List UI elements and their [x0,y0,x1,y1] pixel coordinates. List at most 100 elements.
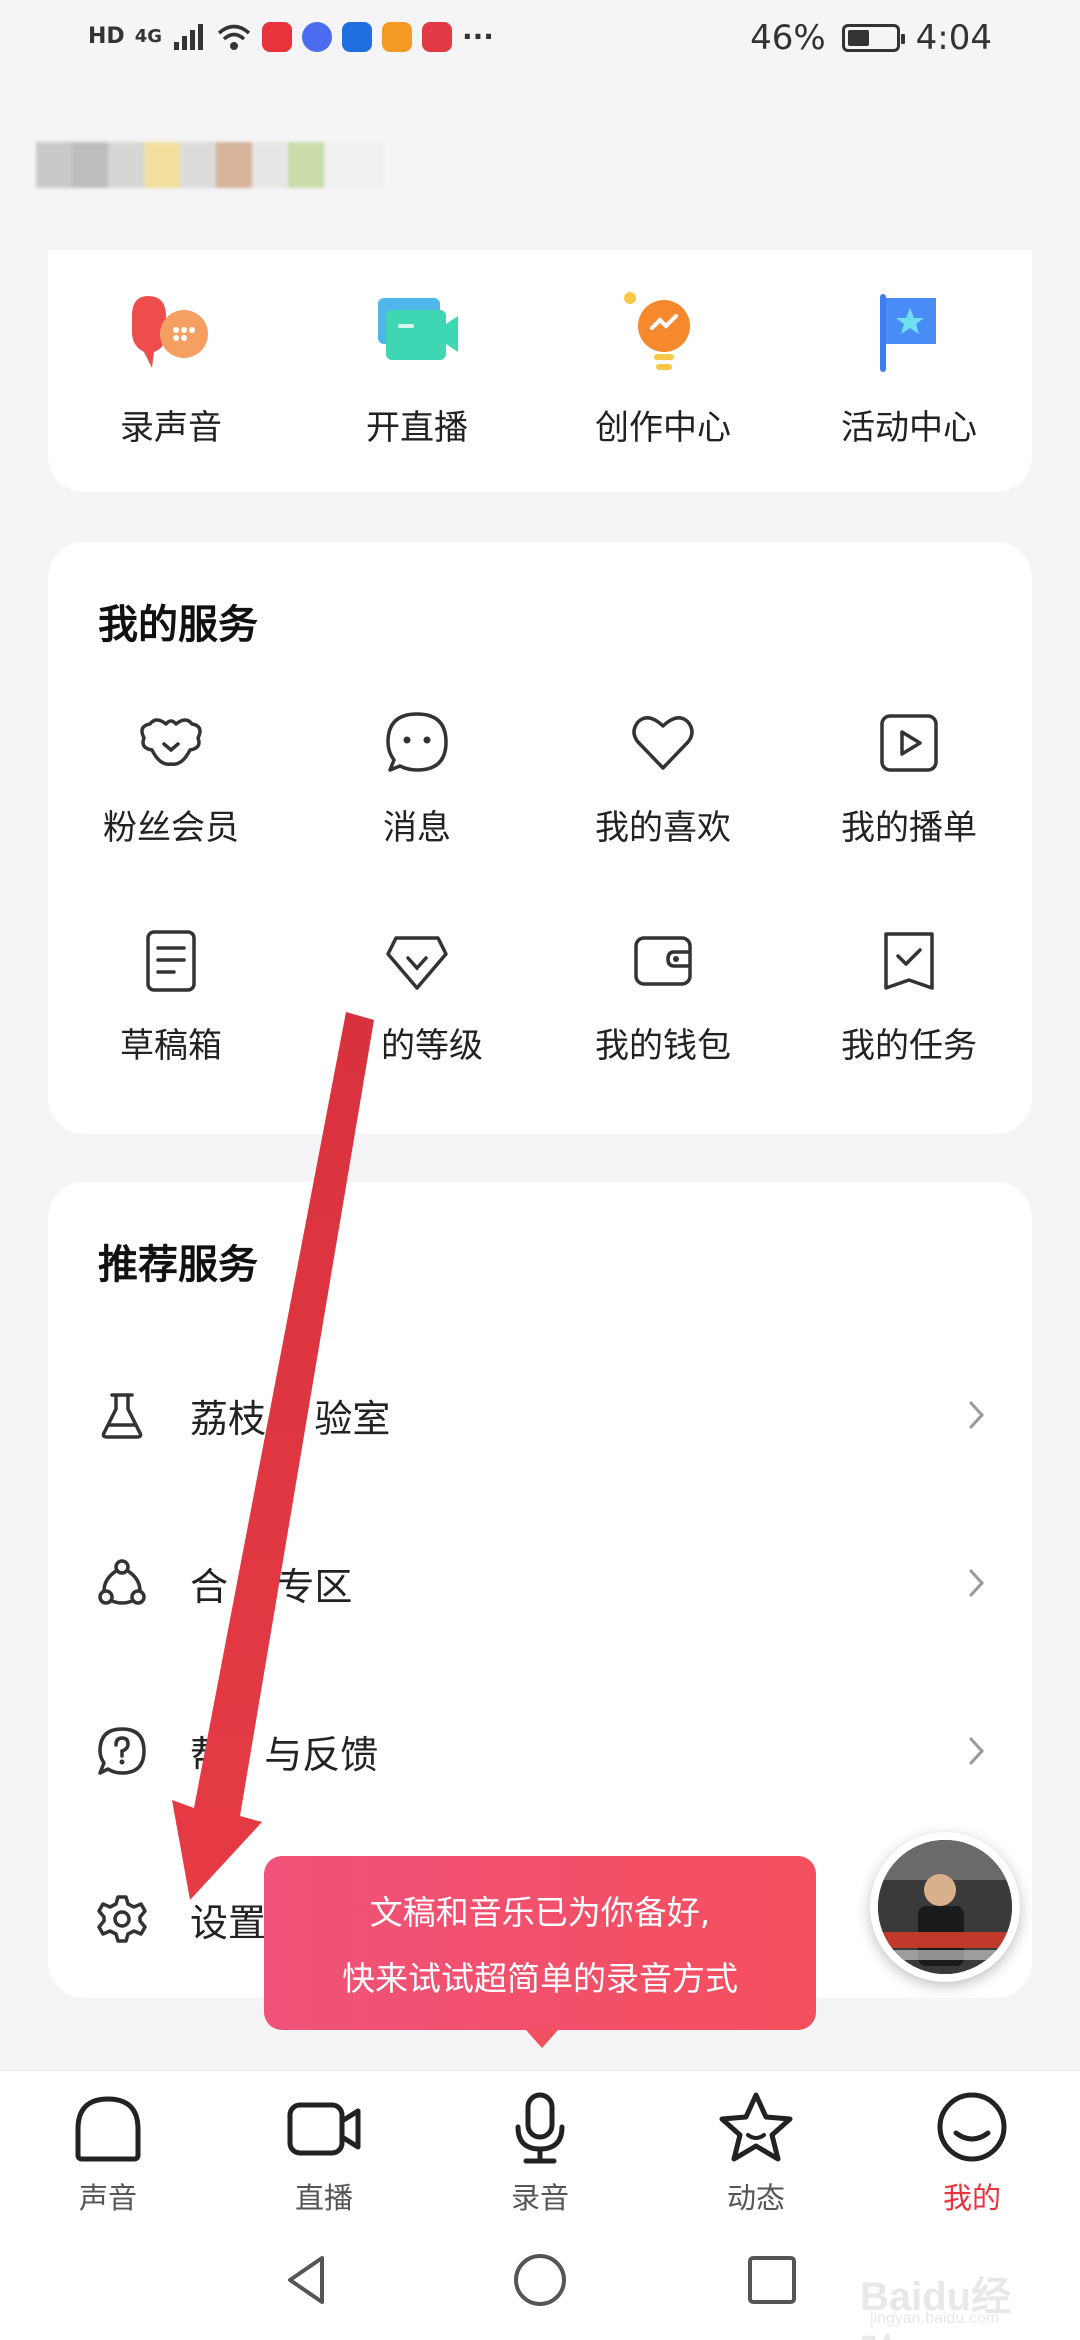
recording-tip-tooltip[interactable]: 文稿和音乐已为你备好, 快来试试超简单的录音方式 [264,1856,816,2048]
my-services-card: 我的服务 粉丝会员 消息 我的喜欢 我的播单 草稿箱 的等级 我的钱包 我的任务 [48,542,1032,1134]
play-box-icon [880,714,938,772]
quick-actions-card: 录声音 开直播 创作中心 活动中心 [48,250,1032,492]
wifi-icon [217,24,251,50]
tooltip-line-2: 快来试试超简单的录音方式 [342,1959,738,1998]
network-indicator: 4G [134,26,162,47]
profile-name-blurred[interactable] [36,142,384,188]
quick-label: 创作中心 [595,408,731,448]
nav-label: 动态 [726,2181,785,2215]
home-icon [75,2096,141,2162]
services-row-1: 粉丝会员 消息 我的喜欢 我的播单 [48,708,1032,849]
quick-label: 录声音 [120,408,222,448]
nav-label: 声音 [78,2181,137,2215]
app-notif-icon [262,21,292,52]
service-my-likes[interactable]: 我的喜欢 [540,708,786,849]
floating-player[interactable] [870,1832,1020,1982]
nav-tab-mine[interactable]: 我的 [864,2071,1080,2220]
wallet-icon [634,936,692,986]
service-fan-membership[interactable]: 粉丝会员 [48,708,294,849]
services-row-2: 草稿箱 的等级 我的钱包 我的任务 [48,926,1032,1067]
more-notifications: ··· [462,20,494,53]
service-label: 草稿箱 [120,1026,222,1066]
profile-face-icon [937,2092,1007,2162]
service-my-level[interactable]: 的等级 [294,926,540,1067]
bulb-notif-icon [342,21,372,52]
service-drafts[interactable]: 草稿箱 [48,926,294,1067]
my-services-title: 我的服务 [98,602,258,648]
status-right: 46% 4:04 [750,18,992,58]
star-icon [719,2092,793,2162]
service-label: 的等级 [381,1026,483,1066]
status-bar: HD 4G ··· 46% 4:04 [0,0,1080,84]
watermark-brand: Baidu经验 [860,2275,1012,2340]
wings-heart-icon [140,718,202,766]
nav-tab-live[interactable]: 直播 [216,2071,432,2220]
flag-star-icon [880,294,936,372]
service-label: 我的钱包 [595,1026,731,1066]
play-notif-icon [382,21,412,52]
document-icon [146,930,196,992]
service-messages[interactable]: 消息 [294,708,540,849]
nav-tab-record[interactable]: 录音 [432,2071,648,2220]
task-check-icon [884,932,934,990]
nav-label: 直播 [294,2181,353,2215]
record-voice-icon [132,296,208,368]
home-circle-icon[interactable] [510,2250,570,2310]
now-playing-cover [878,1840,1012,1974]
back-icon[interactable] [278,2250,338,2310]
microphone-icon [515,2092,565,2164]
nav-label: 我的 [942,2181,1001,2215]
service-my-playlist[interactable]: 我的播单 [786,708,1032,849]
quick-activity-center[interactable]: 活动中心 [786,288,1032,449]
quick-label: 开直播 [366,408,468,448]
tooltip-line-1: 文稿和音乐已为你备好, [369,1893,711,1932]
list-item-cooperation[interactable]: 合 专区 [48,1528,1032,1638]
service-my-tasks[interactable]: 我的任务 [786,926,1032,1067]
battery-fill [847,30,869,46]
hd-indicator: HD [88,24,125,49]
baidu-watermark: Baidu经验 jingyan.baidu.com [860,2218,1050,2340]
service-label: 我的喜欢 [595,808,731,848]
chevron-right-icon [969,1569,985,1597]
nav-tab-feed[interactable]: 动态 [648,2071,864,2220]
service-label: 消息 [383,808,451,848]
quick-start-live[interactable]: 开直播 [294,288,540,449]
quick-label: 活动中心 [841,408,977,448]
lightbulb-icon [624,292,690,370]
cover-art-image [878,1840,1012,1974]
chevron-right-icon [969,1401,985,1429]
quick-record-voice[interactable]: 录声音 [48,288,294,449]
bottom-navigation: 声音 直播 录音 动态 我的 [0,2070,1080,2220]
quick-actions-row: 录声音 开直播 创作中心 活动中心 [48,288,1032,449]
quick-creator-center[interactable]: 创作中心 [540,288,786,449]
nav-tab-sounds[interactable]: 声音 [0,2071,216,2220]
list-item-label: 合 专区 [190,1564,353,1609]
list-item-lab[interactable]: 荔枝 验室 [48,1360,1032,1470]
share-nodes-icon [98,1559,146,1605]
diamond-icon [386,936,448,990]
service-my-wallet[interactable]: 我的钱包 [540,926,786,1067]
status-left: HD 4G ··· [88,20,494,53]
video-icon [287,2102,361,2156]
signal-icon [174,23,203,50]
chat-bubble-icon [386,712,448,772]
list-item-label: 帮 与反馈 [190,1732,379,1777]
flask-icon [101,1393,143,1439]
gear-icon [97,1895,147,1943]
list-item-help-feedback[interactable]: 帮 与反馈 [48,1696,1032,1806]
nav-label: 录音 [510,2181,569,2215]
book-notif-icon [422,21,452,52]
chevron-right-icon [969,1737,985,1765]
service-label: 我的播单 [841,808,977,848]
watermark-url: jingyan.baidu.com [870,2310,999,2327]
battery-icon [841,24,905,52]
recommended-title: 推荐服务 [98,1242,258,1288]
music-notif-icon [302,21,332,52]
recents-icon[interactable] [742,2250,802,2310]
help-chat-icon [98,1727,146,1775]
clock: 4:04 [915,18,992,58]
live-camera-icon [378,298,458,360]
heart-icon [632,716,694,770]
battery-percent: 46% [750,18,826,58]
service-label: 我的任务 [841,1026,977,1066]
